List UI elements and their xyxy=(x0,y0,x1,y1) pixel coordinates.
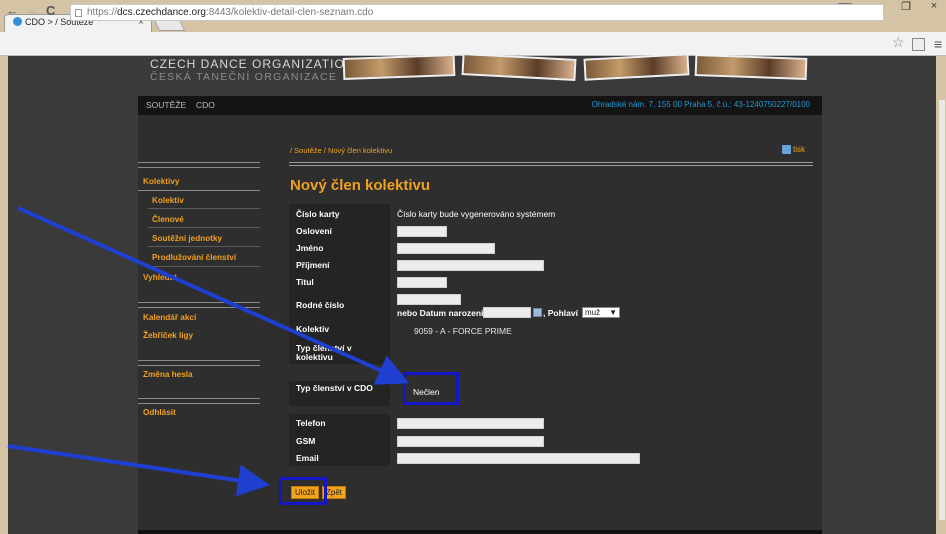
annotation-arrow xyxy=(7,444,270,497)
annotation-arrow xyxy=(17,206,410,385)
annotation-arrows xyxy=(7,206,410,497)
